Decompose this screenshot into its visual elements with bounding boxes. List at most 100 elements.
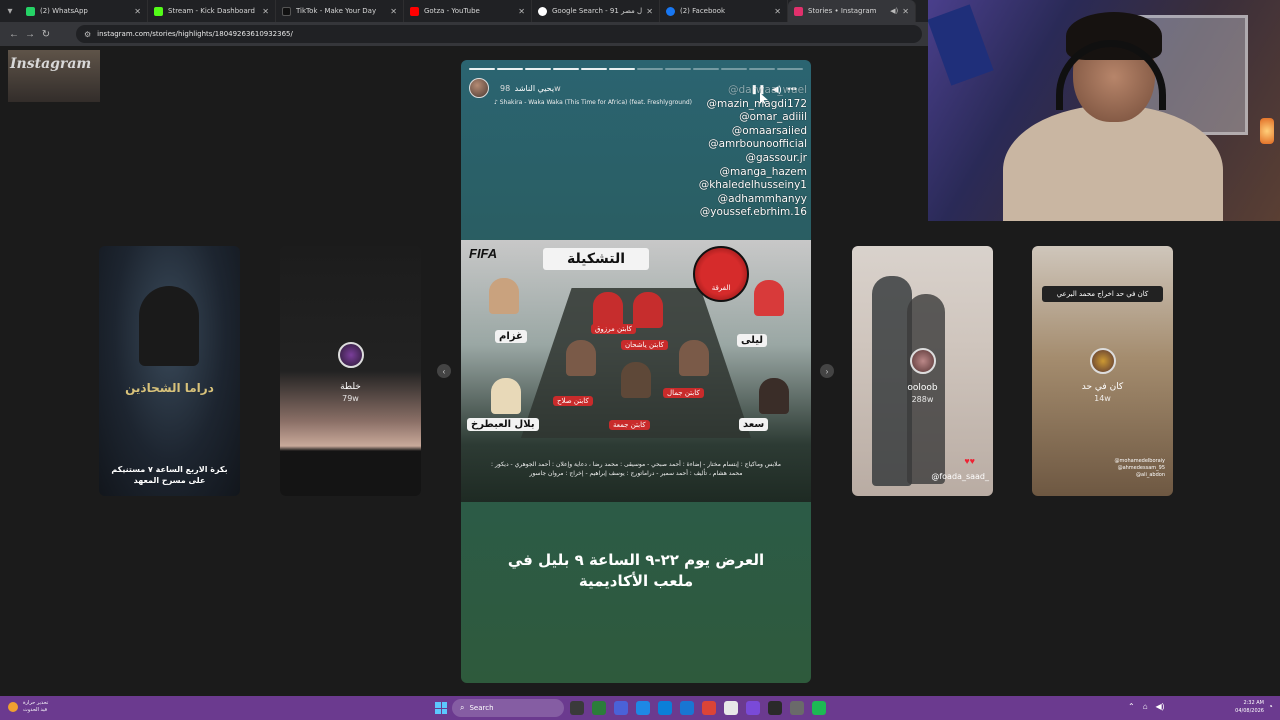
poster-title: التشكيلة — [543, 248, 649, 270]
player-figure — [593, 292, 623, 328]
reload-icon[interactable]: ↻ — [38, 29, 54, 40]
browser-tab-bar: ▾ (2) WhatsApp ✕ Stream - Kick Dashboard… — [0, 0, 928, 22]
forward-icon[interactable]: → — [22, 29, 38, 40]
heart-icon: ♥♥ — [964, 456, 975, 466]
next-story-arrow[interactable]: › — [820, 364, 834, 378]
lineup-poster: FIFA التشكيلة الفرقة كابتن مرزوق كابتن ي… — [461, 240, 811, 502]
taskbar-app-icon[interactable] — [614, 701, 628, 715]
close-icon[interactable]: ✕ — [902, 7, 909, 16]
search-icon: ⌕ — [460, 703, 465, 712]
chevron-up-icon[interactable]: ⌃ — [1128, 702, 1135, 711]
card-username: ooloob — [907, 383, 938, 393]
previous-story-arrow[interactable]: ‹ — [437, 364, 451, 378]
tab-search-icon[interactable]: ▾ — [0, 0, 20, 22]
speaker-icon[interactable]: ◀) — [890, 7, 898, 15]
site-settings-icon[interactable]: ⚙ — [84, 30, 91, 39]
webcam-overlay — [928, 0, 1280, 221]
card-banner: كان في حد اخراج محمد البرعي — [1042, 286, 1163, 302]
fifa-logo: FIFA — [469, 246, 498, 261]
player-figure — [679, 340, 709, 376]
close-icon[interactable]: ✕ — [390, 7, 397, 16]
tab-kick[interactable]: Stream - Kick Dashboard ✕ — [148, 0, 276, 22]
mention[interactable]: @gassour.jr — [657, 152, 807, 166]
close-icon[interactable]: ✕ — [646, 7, 653, 16]
tab-google[interactable]: Google Search - 91 زلزال مصر ✕ — [532, 0, 660, 22]
card-time: 288w — [911, 395, 934, 404]
taskbar-app-icon[interactable] — [724, 701, 738, 715]
taskbar-search[interactable]: ⌕ Search — [452, 699, 564, 717]
story-caption: العرض يوم ٢٢-٩ الساعة ٩ بليل في ملعب الأ… — [507, 551, 765, 590]
url-text: instagram.com/stories/highlights/1804926… — [97, 30, 293, 38]
mention[interactable]: @mazin_magdi172 — [657, 98, 807, 112]
mention[interactable]: @manga_hazem — [657, 166, 807, 180]
mention[interactable]: @omaarsaiied — [657, 125, 807, 139]
card-time: 14w — [1094, 394, 1111, 403]
person-silhouette — [872, 276, 912, 486]
mention[interactable]: @khaledelhusseiny1 — [657, 179, 807, 193]
kick-icon — [154, 6, 163, 16]
card-username: كان في حد — [1081, 382, 1124, 392]
clock[interactable]: 2:32 AM 04/08/2026 — [1228, 699, 1264, 715]
player-label: كابتن صلاح — [553, 396, 593, 406]
taskbar-app-icon[interactable] — [790, 701, 804, 715]
avatar — [1089, 348, 1116, 374]
player-name: غزام — [495, 330, 527, 343]
mention[interactable]: @adhammhanyy — [657, 193, 807, 207]
network-icon[interactable]: ⌂ — [1143, 702, 1148, 711]
taskbar-app-icon[interactable] — [636, 701, 650, 715]
close-icon[interactable]: ✕ — [774, 7, 781, 16]
close-icon[interactable]: ✕ — [262, 7, 269, 16]
mention[interactable]: @youssef.ebrhim.16 — [657, 206, 807, 220]
player-figure — [566, 340, 596, 376]
mention-list: @darwaa_wael @mazin_magdi172 @omar_adiii… — [657, 84, 807, 220]
url-field[interactable]: ⚙ instagram.com/stories/highlights/18049… — [76, 25, 922, 43]
taskbar-app-icon[interactable] — [658, 701, 672, 715]
facebook-icon — [666, 6, 675, 16]
story-card-4[interactable]: كان في حد اخراج محمد البرعي كان في حد 14… — [1032, 246, 1173, 496]
mention[interactable]: @amrbounoofficial — [657, 138, 807, 152]
tab-instagram[interactable]: Stories • Instagram ◀) ✕ — [788, 0, 916, 22]
taskbar-app-icon[interactable] — [592, 701, 606, 715]
tab-whatsapp[interactable]: (2) WhatsApp ✕ — [20, 0, 148, 22]
story-card-1[interactable]: دراما الشحاذين بكرة الاربع الساعة ٧ مستن… — [99, 246, 240, 496]
player-figure — [489, 278, 519, 314]
back-icon[interactable]: ← — [6, 29, 22, 40]
player-name: بلال العبطرخ — [467, 418, 539, 431]
story-progress-bar — [469, 68, 803, 70]
tab-tiktok[interactable]: TikTok - Make Your Day ✕ — [276, 0, 404, 22]
weather-widget[interactable]: تحذير حرارة قيد الحدوث — [8, 700, 48, 714]
taskbar-app-icon[interactable] — [680, 701, 694, 715]
player-label: كابتن مرزوق — [591, 324, 636, 334]
taskbar-app-icon[interactable] — [570, 701, 584, 715]
taskbar-app-icon[interactable] — [746, 701, 760, 715]
mention[interactable]: @omar_adiiil — [657, 111, 807, 125]
player-figure — [759, 378, 789, 414]
tab-facebook[interactable]: (2) Facebook ✕ — [660, 0, 788, 22]
close-icon[interactable]: ✕ — [518, 7, 525, 16]
volume-icon[interactable]: ◀) — [1156, 702, 1165, 711]
player-figure — [491, 378, 521, 414]
story-card-3[interactable]: ooloob 288w ♥♥ @foada_saad_ — [852, 246, 993, 496]
avatar[interactable] — [469, 78, 489, 98]
taskbar-app-icon[interactable] — [768, 701, 782, 715]
story-card-2[interactable]: خلطة 79w — [280, 246, 421, 496]
mention[interactable]: @darwaa_wael — [657, 84, 807, 98]
story-username[interactable]: يحيي الناشد — [515, 84, 554, 93]
tab-youtube[interactable]: Gotza - YouTube ✕ — [404, 0, 532, 22]
player-label: كابتن ياشحان — [621, 340, 668, 350]
main-story[interactable]: يحيي الناشد 98w ♪ Shakira - Waka Waka (T… — [461, 60, 811, 683]
poster-title: دراما الشحاذين — [125, 381, 214, 395]
taskbar-app-icon[interactable] — [812, 701, 826, 715]
player-label: كابتن جمال — [663, 388, 704, 398]
sun-icon — [8, 702, 18, 712]
taskbar-app-icon[interactable] — [702, 701, 716, 715]
address-bar: ← → ↻ ⚙ instagram.com/stories/highlights… — [0, 22, 928, 46]
instagram-icon — [794, 6, 803, 16]
youtube-icon — [410, 6, 419, 16]
windows-start-icon[interactable] — [435, 702, 447, 714]
system-tray: ⌃ ⌂ ◀) — [1128, 702, 1164, 711]
instagram-logo[interactable]: Instagram — [10, 56, 91, 72]
google-icon — [538, 6, 547, 16]
close-icon[interactable]: ✕ — [134, 7, 141, 16]
notification-bell-icon[interactable]: ◔ — [1268, 702, 1273, 711]
